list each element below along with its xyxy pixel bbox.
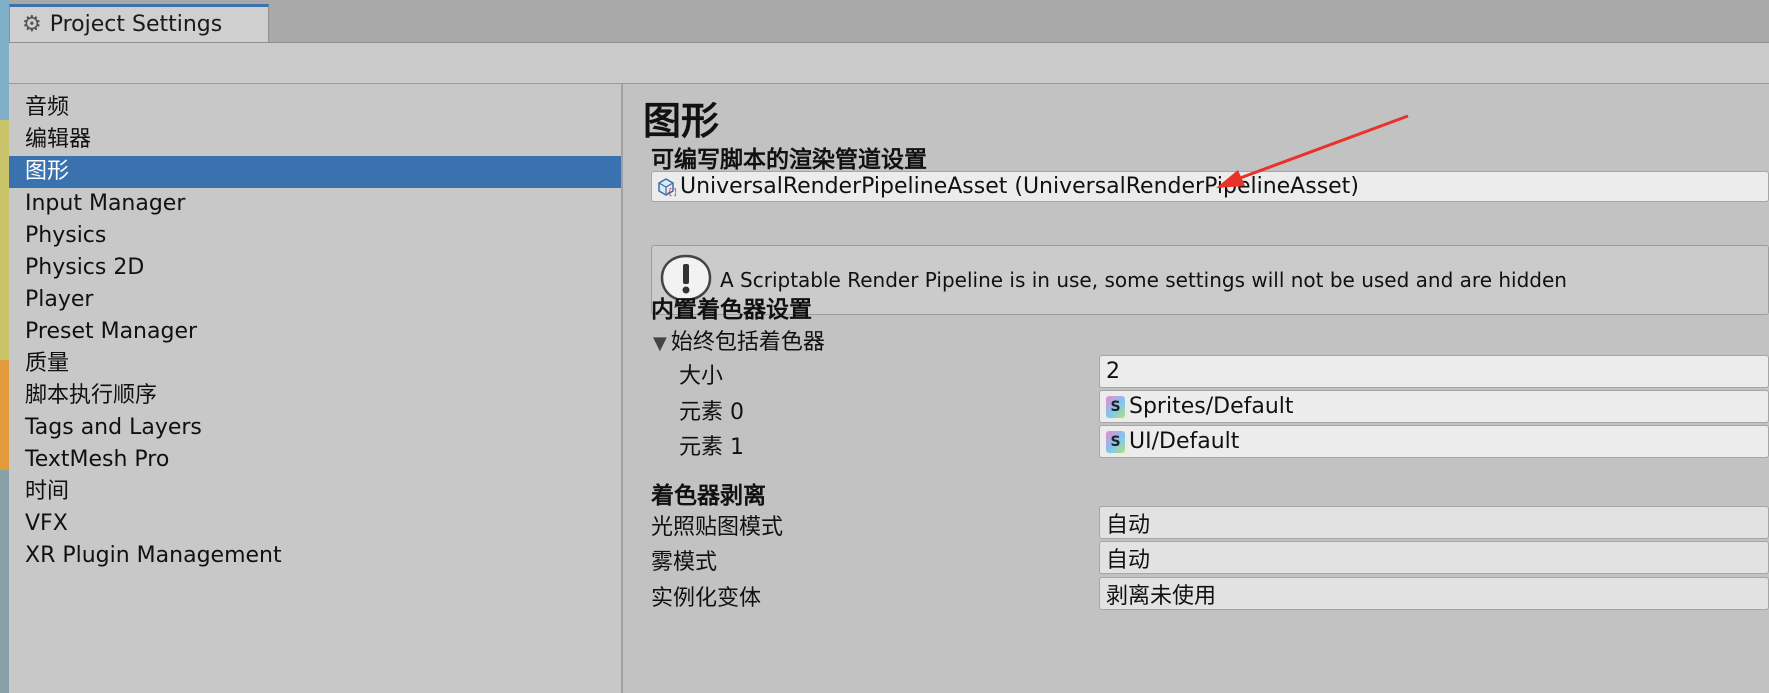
lightmap-mode-label: 光照贴图模式 xyxy=(651,515,784,540)
toolbar xyxy=(9,43,1769,84)
element-0-label: 元素 0 xyxy=(679,400,744,425)
shader-icon: S xyxy=(1106,430,1125,453)
element-1-shader-field[interactable]: S UI/Default xyxy=(1099,425,1769,458)
sidebar-item[interactable]: 编辑器 xyxy=(9,124,621,156)
settings-sidebar: 音频 编辑器 图形 Input Manager Physics Physics 2D Pla… xyxy=(9,84,623,693)
sidebar-item[interactable]: 时间 xyxy=(9,476,621,508)
srp-section-label: 可编写脚本的渲染管道设置 xyxy=(651,147,927,173)
foldout-triangle-icon: ▼ xyxy=(653,333,667,354)
render-pipeline-asset-value: UniversalRenderPipelineAsset (UniversalR… xyxy=(680,174,1359,199)
element-0-value: Sprites/Default xyxy=(1129,394,1294,419)
sidebar-item[interactable]: Physics xyxy=(9,220,621,252)
sidebar-item[interactable]: 图形 xyxy=(9,156,621,188)
lightmap-mode-value: 自动 xyxy=(1106,512,1151,538)
page-title: 图形 xyxy=(643,99,720,143)
sidebar-item[interactable]: TextMesh Pro xyxy=(9,444,621,476)
always-included-shaders-foldout[interactable]: ▼ 始终包括着色器 xyxy=(653,324,825,356)
render-pipeline-asset-field[interactable]: {} UniversalRenderPipelineAsset (Univers… xyxy=(651,171,1769,202)
gear-icon: ⚙ xyxy=(22,11,42,37)
project-settings-tab[interactable]: ⚙ Project Settings xyxy=(9,4,269,42)
sidebar-item[interactable]: Preset Manager xyxy=(9,316,621,348)
fog-mode-label: 雾模式 xyxy=(651,550,718,575)
size-label: 大小 xyxy=(679,364,724,389)
helpbox-text: A Scriptable Render Pipeline is in use, … xyxy=(720,268,1567,292)
fog-mode-value: 自动 xyxy=(1106,547,1151,573)
sidebar-item[interactable]: VFX xyxy=(9,508,621,540)
element-1-label: 元素 1 xyxy=(679,435,744,460)
size-value: 2 xyxy=(1106,359,1120,384)
settings-main-panel: 图形 可编写脚本的渲染管道设置 {} UniversalRenderPipeli… xyxy=(623,84,1769,693)
element-0-shader-field[interactable]: S Sprites/Default xyxy=(1099,390,1769,423)
fog-mode-dropdown[interactable]: 自动 xyxy=(1099,541,1769,574)
element-1-value: UI/Default xyxy=(1129,429,1240,454)
foldout-label: 始终包括着色器 xyxy=(670,330,825,355)
instancing-variants-label: 实例化变体 xyxy=(651,586,762,611)
instancing-variants-dropdown[interactable]: 剥离未使用 xyxy=(1099,577,1769,610)
sidebar-item[interactable]: Input Manager xyxy=(9,188,621,220)
shader-icon: S xyxy=(1106,395,1125,418)
sidebar-item[interactable]: XR Plugin Management xyxy=(9,540,621,572)
svg-text:{}: {} xyxy=(667,188,676,197)
sidebar-item[interactable]: 脚本执行顺序 xyxy=(9,380,621,412)
shader-stripping-section-label: 着色器剥离 xyxy=(651,483,766,509)
background-window-strip xyxy=(0,0,9,693)
lightmap-mode-dropdown[interactable]: 自动 xyxy=(1099,506,1769,539)
srp-helpbox: A Scriptable Render Pipeline is in use, … xyxy=(651,245,1769,315)
sidebar-item[interactable]: Tags and Layers xyxy=(9,412,621,444)
sidebar-item[interactable]: Physics 2D xyxy=(9,252,621,284)
window-titlebar: ⚙ Project Settings xyxy=(9,0,1769,43)
sidebar-item[interactable]: 质量 xyxy=(9,348,621,380)
size-input[interactable]: 2 xyxy=(1099,355,1769,388)
tab-title: Project Settings xyxy=(49,12,223,37)
sidebar-item[interactable]: 音频 xyxy=(9,92,621,124)
builtin-shader-section-label: 内置着色器设置 xyxy=(651,297,812,323)
render-pipeline-asset-icon: {} xyxy=(656,177,678,198)
sidebar-item[interactable]: Player xyxy=(9,284,621,316)
instancing-variants-value: 剥离未使用 xyxy=(1106,583,1217,609)
sidebar-list: 音频 编辑器 图形 Input Manager Physics Physics 2D Pla… xyxy=(9,92,621,572)
